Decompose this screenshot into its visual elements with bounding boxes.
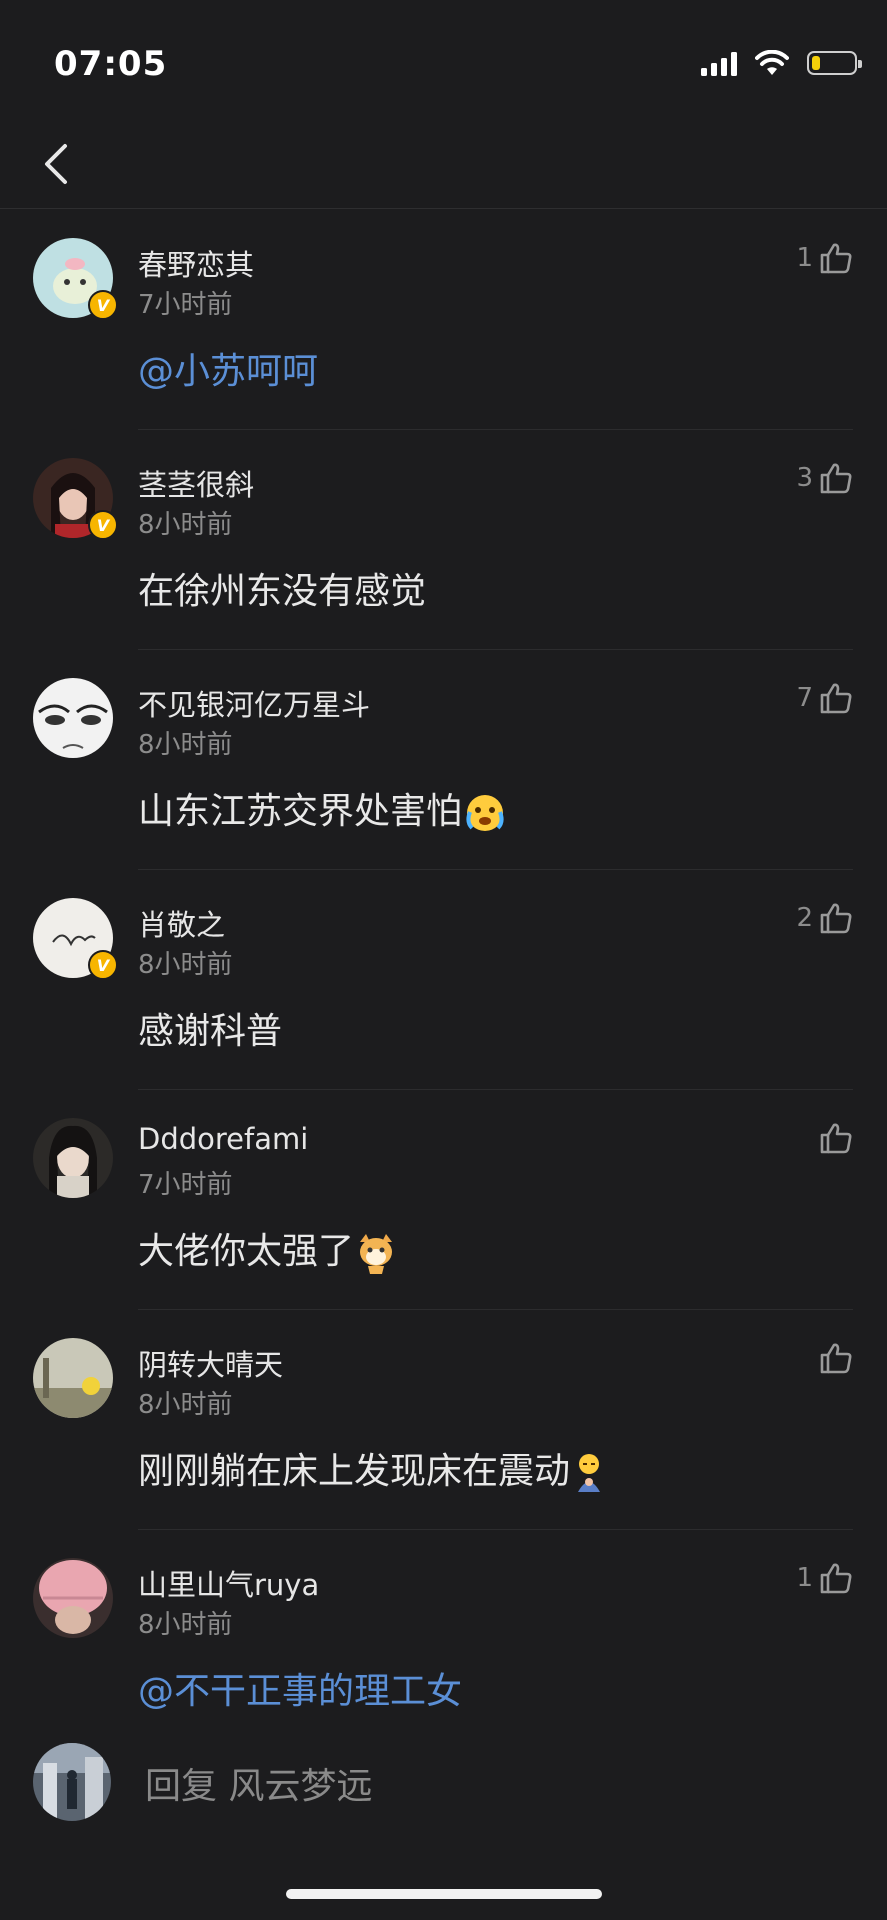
comment-timestamp: 8小时前	[138, 730, 233, 760]
avatar[interactable]	[33, 1118, 113, 1198]
comment-username[interactable]: 山里山气ruya	[138, 1562, 319, 1604]
status-time: 07:05	[54, 44, 168, 84]
thumbs-up-icon	[820, 1563, 852, 1594]
avatar[interactable]	[33, 678, 113, 758]
status-bar: 07:05	[0, 0, 887, 120]
chevron-left-icon	[45, 144, 67, 184]
thumbs-up-icon	[820, 683, 852, 714]
thumbs-up-icon	[820, 243, 852, 274]
comment-timestamp: 7小时前	[138, 1170, 233, 1200]
comment-text-content: 在徐州东没有感觉	[138, 571, 427, 612]
wifi-icon	[755, 50, 789, 75]
thumbs-up-icon	[820, 1343, 852, 1374]
comment-text: 感谢科普	[138, 1002, 282, 1054]
comment-text[interactable]: @小苏呵呵	[138, 342, 318, 394]
comment-username[interactable]: 茎茎很斜	[138, 462, 254, 504]
like-button[interactable]: 2	[796, 898, 853, 938]
verified-badge-icon: V	[88, 510, 118, 540]
battery-level	[812, 56, 820, 70]
avatar[interactable]	[33, 1558, 113, 1638]
like-button[interactable]	[813, 1338, 853, 1378]
like-count: 3	[796, 463, 813, 493]
comment-username[interactable]: 不见银河亿万星斗	[138, 682, 370, 724]
comment-timestamp: 8小时前	[138, 1610, 233, 1640]
comment-text-content: 刚刚躺在床上发现床在震动	[138, 1451, 571, 1492]
comment-timestamp: 8小时前	[138, 510, 233, 540]
comment-text: 在徐州东没有感觉	[138, 562, 426, 614]
reply-input[interactable]: 回复 风云梦远	[145, 1757, 372, 1809]
verified-badge-icon: V	[88, 950, 118, 980]
comment-timestamp: 7小时前	[138, 290, 233, 320]
comment-text-content: 大佬你太强了	[138, 1231, 355, 1272]
comment-item: 不见银河亿万星斗 8小时前山东江苏交界处害怕 7	[0, 650, 887, 870]
comment-text: 大佬你太强了	[138, 1222, 396, 1274]
thumbs-up-icon	[820, 463, 852, 494]
shiba-dog-emoji	[360, 1234, 393, 1274]
like-button[interactable]: 1	[796, 238, 853, 278]
like-count: 1	[796, 1563, 813, 1593]
like-button[interactable]	[813, 1118, 853, 1158]
comment-item: V 茎茎很斜 8小时前在徐州东没有感觉 3	[0, 430, 887, 650]
comment-item: V 肖敬之 8小时前感谢科普 2	[0, 870, 887, 1090]
thumbs-up-icon	[820, 1123, 852, 1154]
navigation-bar	[0, 120, 887, 209]
comment-text-content: @不干正事的理工女	[138, 1671, 463, 1712]
like-count: 7	[796, 683, 813, 713]
like-count: 2	[796, 903, 813, 933]
comment-text-content: @小苏呵呵	[138, 351, 319, 392]
comment-item: Dddorefami 7小时前大佬你太强了	[0, 1090, 887, 1310]
comment-list: V 春野恋其 7小时前 @小苏呵呵 1 V 茎茎很斜 8小时前 在徐州东没有感觉 3 不见银河亿万星…	[0, 210, 887, 1750]
avatar[interactable]	[33, 1743, 111, 1821]
battery-icon	[807, 51, 862, 75]
like-button[interactable]: 1	[796, 1558, 853, 1598]
like-button[interactable]: 3	[796, 458, 853, 498]
avatar[interactable]	[33, 1338, 113, 1418]
status-icons	[701, 50, 862, 76]
verified-badge-icon: V	[88, 290, 118, 320]
comment-item: 山里山气ruya 8小时前 @不干正事的理工女 1	[0, 1530, 887, 1750]
comment-text: 山东江苏交界处害怕	[138, 782, 506, 834]
comment-username[interactable]: 春野恋其	[138, 242, 254, 284]
back-button[interactable]	[26, 134, 86, 194]
comment-text-content: 山东江苏交界处害怕	[138, 791, 463, 832]
comment-username[interactable]: Dddorefami	[138, 1122, 308, 1156]
comment-username[interactable]: 肖敬之	[138, 902, 225, 944]
like-button[interactable]: 7	[796, 678, 853, 718]
reply-bar: 回复 风云梦远	[0, 1725, 887, 1835]
crying-face-emoji	[466, 795, 504, 831]
comment-timestamp: 8小时前	[138, 950, 233, 980]
comment-text-content: 感谢科普	[138, 1011, 283, 1052]
comment-username[interactable]: 阴转大晴天	[138, 1342, 283, 1384]
comment-timestamp: 8小时前	[138, 1390, 233, 1420]
like-count: 1	[796, 243, 813, 273]
comment-text: 刚刚躺在床上发现床在震动	[138, 1442, 606, 1494]
comment-text[interactable]: @不干正事的理工女	[138, 1662, 462, 1714]
cellular-signal-icon	[701, 50, 737, 76]
home-indicator[interactable]	[286, 1889, 602, 1899]
shy-person-emoji	[578, 1454, 601, 1492]
thumbs-up-icon	[820, 903, 852, 934]
comment-item: 阴转大晴天 8小时前刚刚躺在床上发现床在震动	[0, 1310, 887, 1530]
comment-item: V 春野恋其 7小时前 @小苏呵呵 1	[0, 210, 887, 430]
